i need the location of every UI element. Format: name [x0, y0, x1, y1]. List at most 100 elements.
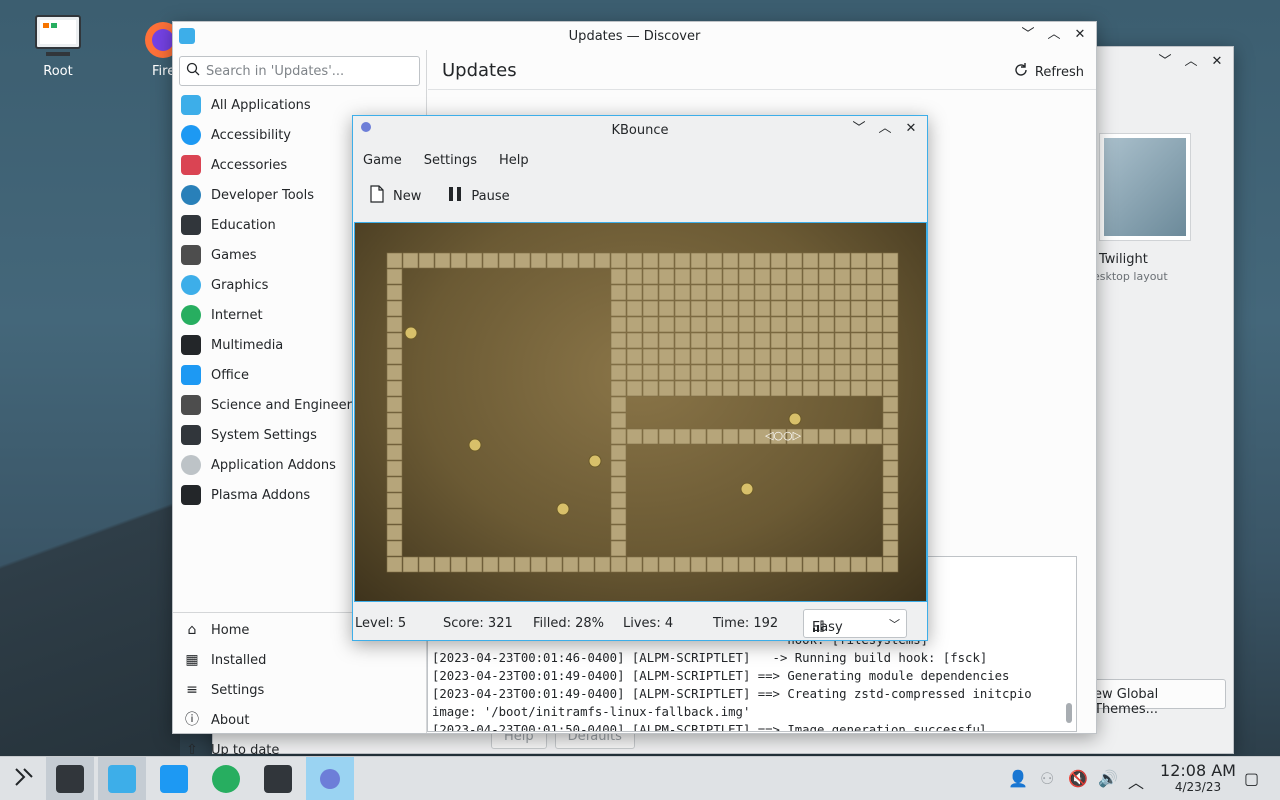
- search-input[interactable]: [206, 63, 406, 79]
- wall-tile: [786, 268, 803, 285]
- nav-label: Installed: [211, 652, 267, 668]
- discover-titlebar[interactable]: Updates — Discover ﹀ ︿ ✕: [173, 22, 1096, 50]
- nav-item-installed[interactable]: ▦ Installed: [173, 645, 426, 675]
- wall-tile: [818, 556, 835, 573]
- wall-tile: [674, 428, 691, 445]
- ball: [468, 438, 482, 452]
- category-label: Multimedia: [211, 337, 284, 353]
- wall-tile: [722, 380, 739, 397]
- wall-tile: [386, 444, 403, 461]
- network-icon[interactable]: ⚇: [1040, 769, 1054, 788]
- maximize-button[interactable]: ︿: [1046, 27, 1062, 43]
- maximize-button[interactable]: ︿: [877, 121, 893, 137]
- wall-tile: [866, 252, 883, 269]
- wall-tile: [882, 316, 899, 333]
- monitor-icon: [181, 335, 201, 355]
- wall-tile: [850, 284, 867, 301]
- game-field[interactable]: ◁○○▷: [355, 223, 926, 601]
- kbounce-window[interactable]: KBounce ﹀ ︿ ✕ Game Settings Help New Pau…: [352, 115, 928, 641]
- menu-settings[interactable]: Settings: [424, 153, 477, 168]
- wall-tile: [386, 348, 403, 365]
- launcher-icon: [12, 765, 36, 793]
- chevron-up-icon[interactable]: ︿: [1128, 769, 1144, 793]
- wall-tile: [642, 284, 659, 301]
- document-icon: [181, 365, 201, 385]
- wall-tile: [706, 252, 723, 269]
- wall-tile: [722, 316, 739, 333]
- clock[interactable]: 12:08 AM 4/23/23: [1150, 761, 1246, 794]
- wall-tile: [642, 380, 659, 397]
- wall-tile: [706, 428, 723, 445]
- wall-tile: [562, 252, 579, 269]
- desktop-wallpaper-mountain: [0, 456, 180, 756]
- minimize-button[interactable]: ﹀: [851, 121, 867, 137]
- wall-tile: [674, 556, 691, 573]
- wall-tile: [626, 556, 643, 573]
- muted-speaker-icon[interactable]: 🔇: [1068, 769, 1088, 788]
- wall-tile: [786, 380, 803, 397]
- wall-tile: [674, 300, 691, 317]
- refresh-icon: [1013, 62, 1029, 82]
- task-kbounce[interactable]: [306, 757, 354, 800]
- refresh-button[interactable]: Refresh: [1013, 62, 1084, 82]
- discover-app-icon: [179, 28, 195, 44]
- wall-tile: [722, 364, 739, 381]
- sphere-icon: [181, 275, 201, 295]
- show-desktop-icon[interactable]: ▢: [1244, 769, 1259, 788]
- wall-tile: [578, 252, 595, 269]
- kbounce-app-icon: [361, 122, 371, 132]
- wall-tile: [850, 556, 867, 573]
- nav-item-settings[interactable]: ≡ Settings: [173, 675, 426, 705]
- task-system-settings[interactable]: [46, 757, 94, 800]
- log-scrollbar[interactable]: [1066, 703, 1072, 723]
- difficulty-select[interactable]: Easy ﹀: [803, 609, 907, 638]
- wall-tile: [802, 268, 819, 285]
- close-button[interactable]: ✕: [903, 121, 919, 137]
- wall-tile: [642, 332, 659, 349]
- wall-tile: [626, 268, 643, 285]
- wall-tile: [610, 540, 627, 557]
- wall-tile: [738, 316, 755, 333]
- wall-tile: [482, 556, 499, 573]
- get-new-themes-button[interactable]: ew Global Themes...: [1085, 679, 1226, 717]
- pause-label: Pause: [471, 188, 510, 204]
- maximize-button[interactable]: ︿: [1183, 54, 1199, 70]
- task-discover[interactable]: [98, 757, 146, 800]
- nav-item-about[interactable]: ⓘ About: [173, 705, 426, 735]
- wall-tile: [722, 332, 739, 349]
- menu-game[interactable]: Game: [363, 153, 402, 168]
- wall-tile: [722, 348, 739, 365]
- volume-icon[interactable]: 🔊: [1098, 769, 1118, 788]
- wall-tile: [610, 348, 627, 365]
- task-file-manager[interactable]: [150, 757, 198, 800]
- game-board[interactable]: ◁○○▷: [354, 222, 927, 602]
- wall-tile: [850, 332, 867, 349]
- wall-tile: [882, 300, 899, 317]
- search-box[interactable]: [179, 56, 420, 86]
- wall-tile: [882, 460, 899, 477]
- minimize-button[interactable]: ﹀: [1020, 27, 1036, 43]
- app-launcher-button[interactable]: [0, 757, 48, 800]
- wall-tile: [754, 316, 771, 333]
- task-terminal[interactable]: [254, 757, 302, 800]
- menu-help[interactable]: Help: [499, 153, 529, 168]
- wall-tile: [834, 364, 851, 381]
- task-browser[interactable]: [202, 757, 250, 800]
- user-icon[interactable]: 👤: [1008, 769, 1028, 788]
- wall-tile: [674, 380, 691, 397]
- wall-tile: [642, 348, 659, 365]
- wall-tile: [546, 252, 563, 269]
- minimize-button[interactable]: ﹀: [1157, 54, 1173, 70]
- close-button[interactable]: ✕: [1072, 27, 1088, 43]
- wall-tile: [706, 332, 723, 349]
- new-game-button[interactable]: New: [369, 185, 421, 207]
- wall-tile: [402, 556, 419, 573]
- desktop-icon-root[interactable]: Root: [28, 14, 88, 79]
- wall-tile: [754, 348, 771, 365]
- theme-preview-thumbnail[interactable]: [1099, 133, 1191, 241]
- close-button[interactable]: ✕: [1209, 54, 1225, 70]
- pause-button[interactable]: Pause: [447, 186, 510, 206]
- wall-tile: [754, 332, 771, 349]
- category-label: Application Addons: [211, 457, 336, 473]
- kbounce-titlebar[interactable]: KBounce ﹀ ︿ ✕: [353, 116, 927, 144]
